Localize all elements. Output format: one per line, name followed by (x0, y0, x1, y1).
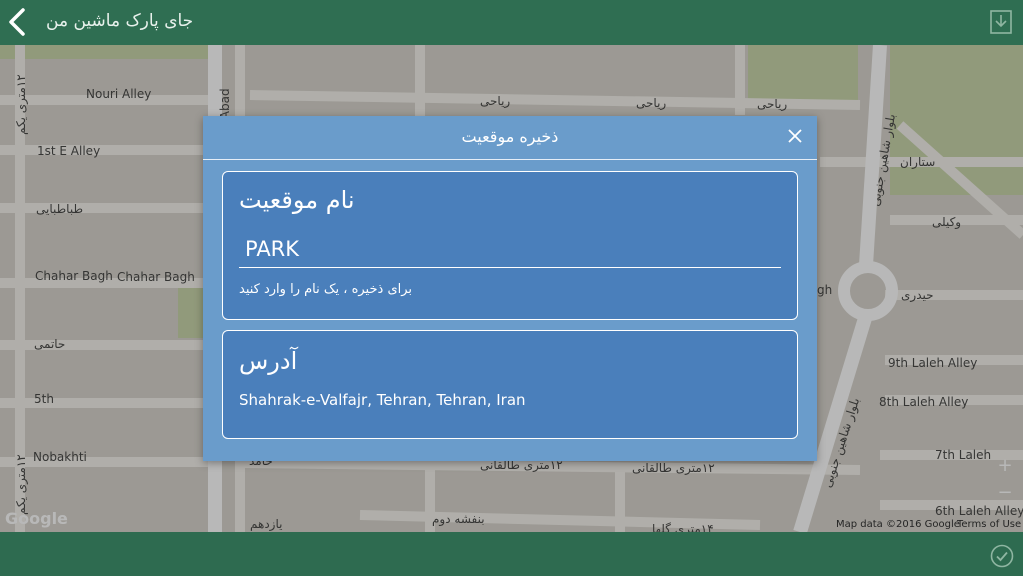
save-location-dialog: ذخیره موقعیت نام موقعیت برای ذخیره ، یک … (203, 116, 817, 461)
download-icon[interactable] (989, 9, 1013, 35)
address-value: Shahrak-e-Valfajr, Tehran, Tehran, Iran (239, 391, 526, 409)
bottom-bar (0, 532, 1023, 576)
close-icon[interactable] (787, 128, 803, 144)
dialog-title: ذخیره موقعیت (461, 127, 559, 146)
app-bar: جای پارک ماشین من (0, 0, 1023, 45)
chevron-left-icon[interactable] (4, 6, 32, 38)
location-name-label: نام موقعیت (239, 186, 355, 214)
dialog-header: ذخیره موقعیت (203, 116, 817, 160)
address-card: آدرس Shahrak-e-Valfajr, Tehran, Tehran, … (222, 330, 798, 439)
app-title: جای پارک ماشین من (46, 11, 194, 31)
location-name-hint: برای ذخیره ، یک نام را وارد کنید (239, 282, 413, 297)
location-name-card: نام موقعیت برای ذخیره ، یک نام را وارد ک… (222, 171, 798, 320)
location-name-input[interactable] (239, 230, 781, 268)
check-circle-icon[interactable] (990, 544, 1014, 568)
address-label: آدرس (239, 347, 298, 375)
